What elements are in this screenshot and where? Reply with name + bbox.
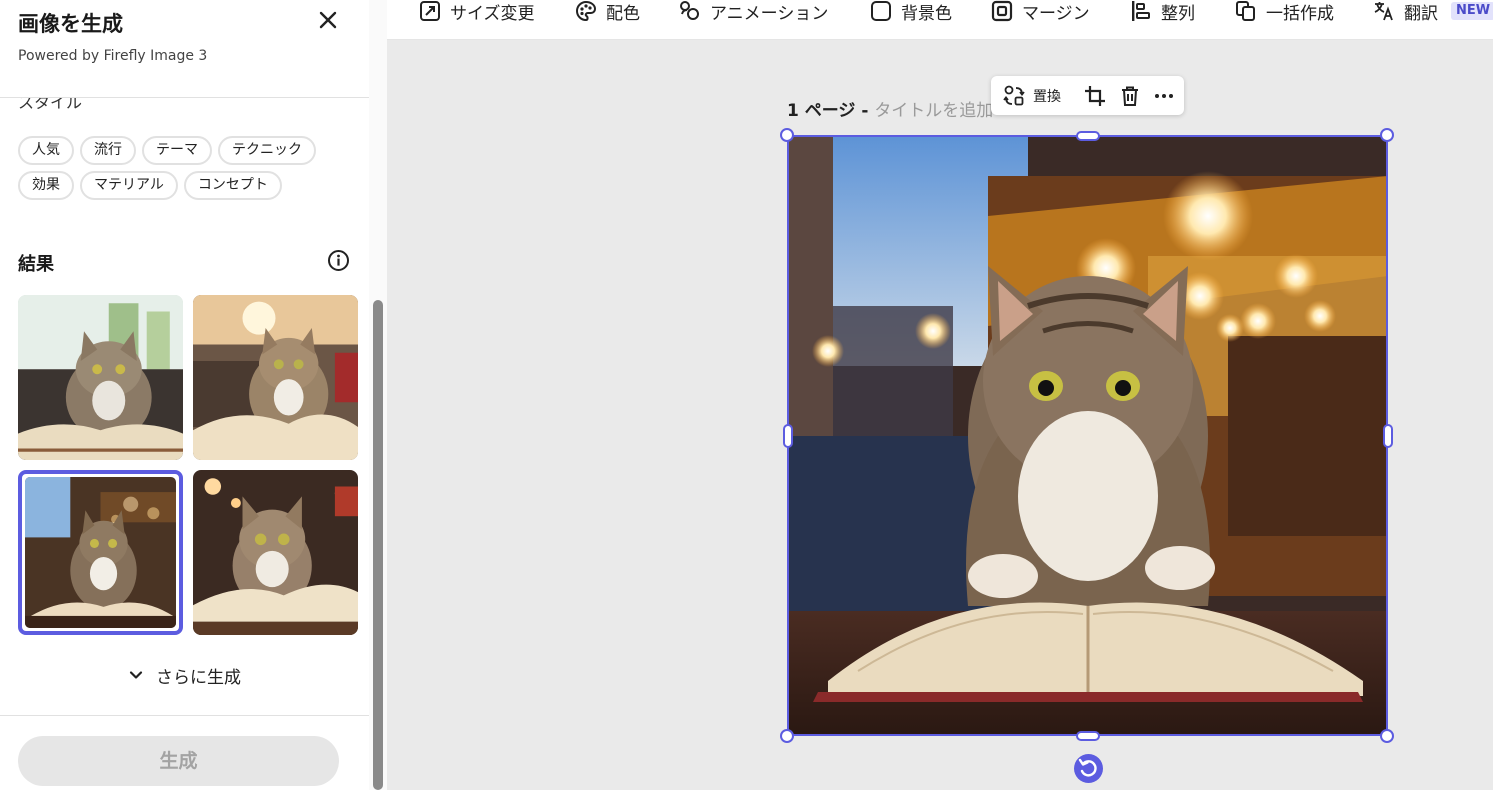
cat-image-thumbnail: [193, 295, 358, 460]
chip-theme[interactable]: テーマ: [142, 136, 212, 165]
chip-popular[interactable]: 人気: [18, 136, 74, 165]
background-swatch-icon: [871, 1, 891, 21]
margin-icon: [991, 0, 1013, 22]
align-button[interactable]: 整列: [1130, 0, 1195, 24]
crop-icon: [1085, 85, 1105, 106]
style-chip-group: 人気 流行 テーマ テクニック 効果 マテリアル コンセプト: [18, 136, 358, 206]
result-thumbnail-4[interactable]: [193, 470, 358, 635]
translate-icon: [1374, 2, 1393, 21]
more-icon: [1155, 93, 1173, 98]
background-color-button[interactable]: 背景色: [870, 0, 952, 24]
info-icon[interactable]: [327, 249, 350, 272]
color-scheme-label: 配色: [606, 3, 640, 24]
resize-handle-bottom[interactable]: [1076, 731, 1100, 741]
image-context-toolbar: 置換: [991, 76, 1184, 115]
margin-label: マージン: [1022, 3, 1090, 24]
trash-icon: [1122, 86, 1138, 106]
page-number-label: 1 ページ -: [787, 101, 875, 121]
animation-label: アニメーション: [710, 3, 829, 24]
cat-image-thumbnail: [193, 470, 358, 635]
rotate-handle[interactable]: [1074, 754, 1103, 783]
style-section-label: スタイル: [18, 98, 83, 110]
style-section-label-clip: スタイル: [18, 98, 138, 110]
page-title-placeholder[interactable]: タイトルを追加: [874, 101, 993, 121]
generate-image-panel: 画像を生成 Powered by Firefly Image 3 スタイル 人気…: [0, 0, 387, 790]
chip-effect[interactable]: 効果: [18, 171, 74, 200]
close-icon[interactable]: [316, 8, 340, 32]
panel-subtitle: Powered by Firefly Image 3: [18, 48, 208, 64]
resize-handle-top-left[interactable]: [780, 128, 794, 142]
resize-handle-bottom-left[interactable]: [780, 729, 794, 743]
generate-button[interactable]: 生成: [18, 736, 339, 786]
chevron-down-icon: [129, 671, 143, 679]
top-toolbar: サイズ変更 配色 アニメーション 背景色 マージン 整列 一括作成 翻訳 NEW: [387, 0, 1493, 40]
resize-handle-right[interactable]: [1383, 424, 1393, 448]
cat-reading-book-image: [788, 136, 1388, 736]
chip-material[interactable]: マテリアル: [80, 171, 178, 200]
resize-label: サイズ変更: [450, 3, 535, 24]
results-heading: 結果: [18, 254, 54, 275]
chip-trending[interactable]: 流行: [80, 136, 136, 165]
replace-label: 置換: [1033, 88, 1061, 105]
generate-more-button[interactable]: さらに生成: [128, 662, 241, 688]
canvas-image[interactable]: [788, 136, 1388, 736]
align-label: 整列: [1161, 3, 1195, 24]
palette-icon: [576, 0, 597, 22]
delete-button[interactable]: [1119, 84, 1141, 107]
result-thumbnail-3[interactable]: [18, 470, 183, 635]
generate-more-label: さらに生成: [156, 667, 241, 688]
margin-button[interactable]: マージン: [991, 0, 1090, 24]
resize-handle-top[interactable]: [1076, 131, 1100, 141]
chip-technique[interactable]: テクニック: [218, 136, 316, 165]
background-color-label: 背景色: [901, 3, 952, 24]
resize-button[interactable]: サイズ変更: [419, 0, 535, 24]
crop-button[interactable]: [1084, 84, 1106, 107]
panel-scrollbar-thumb[interactable]: [373, 300, 383, 790]
result-thumbnail-2[interactable]: [193, 295, 358, 460]
replace-icon: [1003, 85, 1025, 105]
panel-title: 画像を生成: [18, 12, 123, 36]
new-badge: NEW: [1451, 2, 1493, 20]
resize-handle-top-right[interactable]: [1380, 128, 1394, 142]
chip-row: 人気 流行 テーマ テクニック: [18, 136, 358, 165]
cat-image-thumbnail: [18, 295, 183, 460]
result-thumbnail-1[interactable]: [18, 295, 183, 460]
resize-handle-bottom-right[interactable]: [1380, 729, 1394, 743]
more-options-button[interactable]: [1153, 84, 1175, 107]
color-scheme-button[interactable]: 配色: [575, 0, 640, 24]
footer-divider: [0, 715, 369, 716]
resize-icon: [420, 1, 440, 21]
bulk-create-icon: [1236, 1, 1255, 21]
page-label: 1 ページ - タイトルを追加: [787, 96, 993, 121]
bulk-create-button[interactable]: 一括作成: [1235, 0, 1334, 24]
cat-image-thumbnail: [25, 477, 176, 628]
translate-button[interactable]: 翻訳 NEW: [1373, 0, 1493, 24]
animation-button[interactable]: アニメーション: [679, 0, 829, 24]
translate-label: 翻訳: [1404, 3, 1438, 24]
align-left-icon: [1132, 1, 1150, 21]
chip-row: 効果 マテリアル コンセプト: [18, 171, 358, 200]
bulk-create-label: 一括作成: [1266, 3, 1334, 24]
rotate-icon: [1078, 758, 1097, 777]
resize-handle-left[interactable]: [783, 424, 793, 448]
chip-concept[interactable]: コンセプト: [183, 171, 282, 200]
replace-button[interactable]: 置換: [1003, 84, 1061, 107]
animation-icon: [680, 1, 699, 20]
